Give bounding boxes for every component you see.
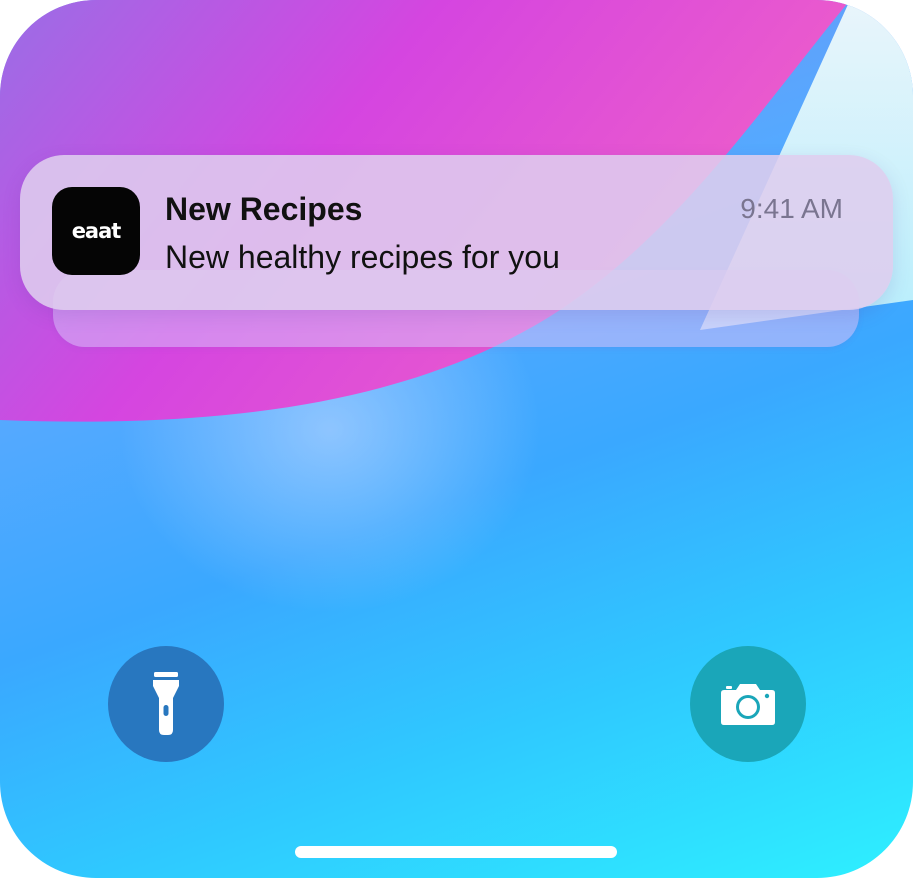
camera-button[interactable] (690, 646, 806, 762)
app-icon: eaat (52, 187, 140, 275)
flashlight-button[interactable] (108, 646, 224, 762)
app-icon-label: eaat (71, 219, 122, 243)
notification-body: New healthy recipes for you (165, 239, 560, 275)
notification-time: 9:41 AM (740, 193, 843, 224)
camera-icon (721, 684, 775, 725)
home-indicator[interactable] (295, 846, 617, 858)
lock-screen: eaat New Recipes New healthy recipes for… (0, 0, 913, 878)
notification-title: New Recipes (165, 191, 363, 227)
flashlight-icon (153, 672, 179, 735)
notification-card[interactable]: eaat New Recipes New healthy recipes for… (20, 155, 893, 310)
